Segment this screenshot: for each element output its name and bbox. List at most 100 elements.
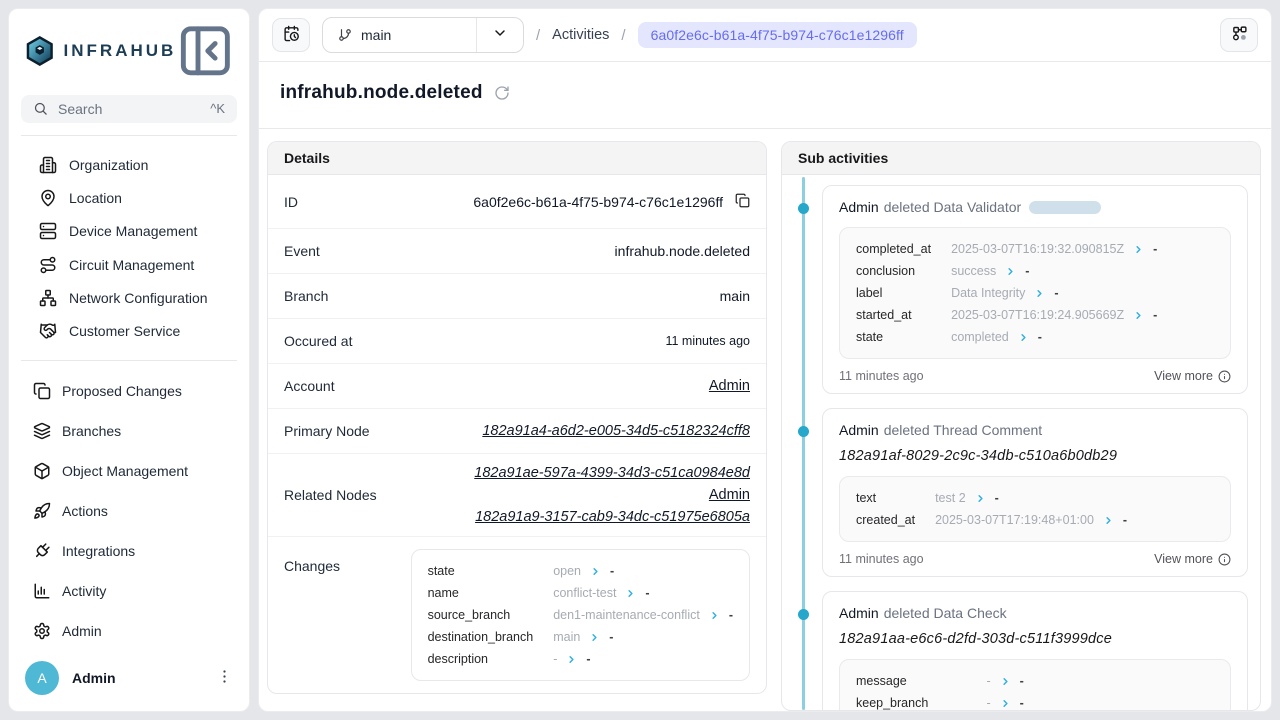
package-icon [33, 462, 51, 480]
git-branch-icon [338, 28, 352, 42]
sub-activity-timestamp: 11 minutes ago [839, 552, 924, 566]
refresh-button[interactable] [494, 85, 510, 104]
details-row-account: AccountAdmin [268, 364, 766, 409]
sub-activity-action: deleted Thread Comment [884, 422, 1043, 438]
property-new-value: - [610, 560, 614, 582]
property-previous-value: open [553, 560, 581, 582]
sidebar-item-label: Integrations [62, 543, 135, 559]
sidebar-item-device-management[interactable]: Device Management [17, 215, 241, 248]
property-value: main- [553, 626, 733, 648]
property-previous-value: Data Integrity [951, 282, 1025, 304]
page-header: infrahub.node.deleted [259, 62, 1271, 129]
view-more-button[interactable]: View more [1154, 552, 1231, 566]
user-options-button[interactable] [216, 668, 233, 688]
property-key: created_at [856, 509, 915, 531]
details-row-branch: Branchmain [268, 274, 766, 319]
chevron-right-icon[interactable] [1005, 266, 1016, 277]
branch-selector-toggle[interactable] [476, 18, 523, 52]
chevron-right-icon[interactable] [625, 588, 636, 599]
sub-activity-card: Admindeleted Thread Comment182a91af-8029… [822, 408, 1248, 577]
property-value: 2025-03-07T16:19:24.905669Z- [951, 304, 1214, 326]
chevron-right-icon[interactable] [590, 566, 601, 577]
gear-icon [33, 622, 51, 640]
sidebar-item-location[interactable]: Location [17, 181, 241, 214]
breadcrumb-activities[interactable]: Activities [552, 27, 609, 43]
chevron-right-icon[interactable] [1018, 332, 1029, 343]
property-previous-value: success [951, 260, 996, 282]
view-more-button[interactable]: View more [1154, 369, 1231, 383]
property-value: completed- [951, 326, 1214, 348]
property-previous-value: 2025-03-07T17:19:48+01:00 [935, 509, 1094, 531]
node-link[interactable]: 182a91ae-597a-4399-34d3-c51ca0984e8d [474, 465, 750, 481]
sidebar-item-label: Activity [62, 583, 106, 599]
sub-activity-actor: Admin [839, 199, 879, 215]
user-menu[interactable]: A Admin [9, 651, 249, 711]
app-root: INFRAHUB Search ^K OrganizationLocationD… [0, 0, 1280, 720]
details-row-event: Event infrahub.node.deleted [268, 229, 766, 274]
sidebar-item-integrations[interactable]: Integrations [17, 531, 241, 571]
sidebar-nav-objects: OrganizationLocationDevice ManagementCir… [9, 136, 249, 348]
sidebar-item-circuit-management[interactable]: Circuit Management [17, 248, 241, 281]
chevron-right-icon[interactable] [566, 654, 577, 665]
details-value-text: infrahub.node.deleted [615, 243, 750, 259]
property-key: message [856, 670, 967, 692]
sub-activity-title: Admindeleted Data Check [839, 605, 1231, 621]
sidebar-item-object-management[interactable]: Object Management [17, 451, 241, 491]
chevron-right-icon[interactable] [1000, 698, 1011, 709]
node-link[interactable]: 182a91a9-3157-cab9-34dc-c51975e6805a [475, 509, 750, 525]
property-previous-value: conflict-test [553, 582, 616, 604]
sidebar-item-label: Actions [62, 503, 108, 519]
server-icon [39, 222, 57, 240]
sidebar-item-activity[interactable]: Activity [17, 571, 241, 611]
search-input[interactable]: Search ^K [21, 95, 237, 123]
property-key: name [428, 582, 534, 604]
sidebar-item-network-configuration[interactable]: Network Configuration [17, 281, 241, 314]
property-previous-value: 2025-03-07T16:19:24.905669Z [951, 304, 1124, 326]
sidebar-item-label: Proposed Changes [62, 383, 182, 399]
copy-id-button[interactable] [735, 193, 750, 211]
chevron-right-icon[interactable] [1034, 288, 1045, 299]
details-row-label: Event [284, 243, 320, 259]
property-value: -- [987, 670, 1215, 692]
sidebar-item-organization[interactable]: Organization [17, 148, 241, 181]
details-row-links: 182a91ae-597a-4399-34d3-c51ca0984e8d Admi… [474, 454, 750, 536]
chevron-right-icon[interactable] [1133, 310, 1144, 321]
properties-box: stateopen-nameconflict-test-source_branc… [411, 549, 750, 681]
sidebar-item-proposed-changes[interactable]: Proposed Changes [17, 371, 241, 411]
branch-name: main [361, 27, 391, 43]
properties-box: texttest 2-created_at2025-03-07T17:19:48… [839, 476, 1231, 542]
chevron-right-icon[interactable] [709, 610, 720, 621]
details-row-occured-at: Occured at11 minutes ago [268, 319, 766, 364]
property-value: conflict-test- [553, 582, 733, 604]
branch-selector[interactable]: main [322, 17, 524, 53]
property-value: test 2- [935, 487, 1214, 509]
sub-activity-action: deleted Data Check [884, 605, 1007, 621]
components-button[interactable] [1220, 18, 1258, 52]
sub-activity-node-id: 182a91aa-e6c6-d2fd-303d-c511f3999dce [839, 631, 1231, 647]
sidebar-collapse-button[interactable] [176, 20, 235, 82]
sidebar-item-customer-service[interactable]: Customer Service [17, 315, 241, 348]
node-link[interactable]: Admin [709, 378, 750, 394]
details-row-label: Changes [284, 558, 340, 574]
sidebar-item-label: Customer Service [69, 323, 180, 339]
chevron-right-icon[interactable] [1103, 515, 1114, 526]
chevron-right-icon[interactable] [1000, 676, 1011, 687]
sub-activity-title: Admindeleted Thread Comment [839, 422, 1231, 438]
sub-activity-card: Admindeleted Data Check 182a91aa-e6c6-d2f… [822, 591, 1248, 710]
time-travel-button[interactable] [272, 18, 310, 52]
sidebar-item-actions[interactable]: Actions [17, 491, 241, 531]
property-previous-value: - [987, 670, 991, 692]
details-rows: ID6a0f2e6c-b61a-4f75-b974-c76c1e1296ffEv… [268, 175, 766, 693]
property-value: -- [987, 692, 1215, 710]
details-value-text: 6a0f2e6c-b61a-4f75-b974-c76c1e1296ff [473, 194, 723, 210]
infrahub-logo-icon [25, 35, 55, 67]
sidebar-item-admin[interactable]: Admin [17, 611, 241, 651]
property-new-value: - [1123, 509, 1127, 531]
chevron-right-icon[interactable] [975, 493, 986, 504]
chevron-right-icon[interactable] [1133, 244, 1144, 255]
node-link[interactable]: Admin [709, 487, 750, 503]
sidebar-item-branches[interactable]: Branches [17, 411, 241, 451]
route-icon [39, 256, 57, 274]
chevron-right-icon[interactable] [589, 632, 600, 643]
node-link[interactable]: 182a91a4-a6d2-e005-34d5-c5182324cff8 [482, 423, 750, 439]
